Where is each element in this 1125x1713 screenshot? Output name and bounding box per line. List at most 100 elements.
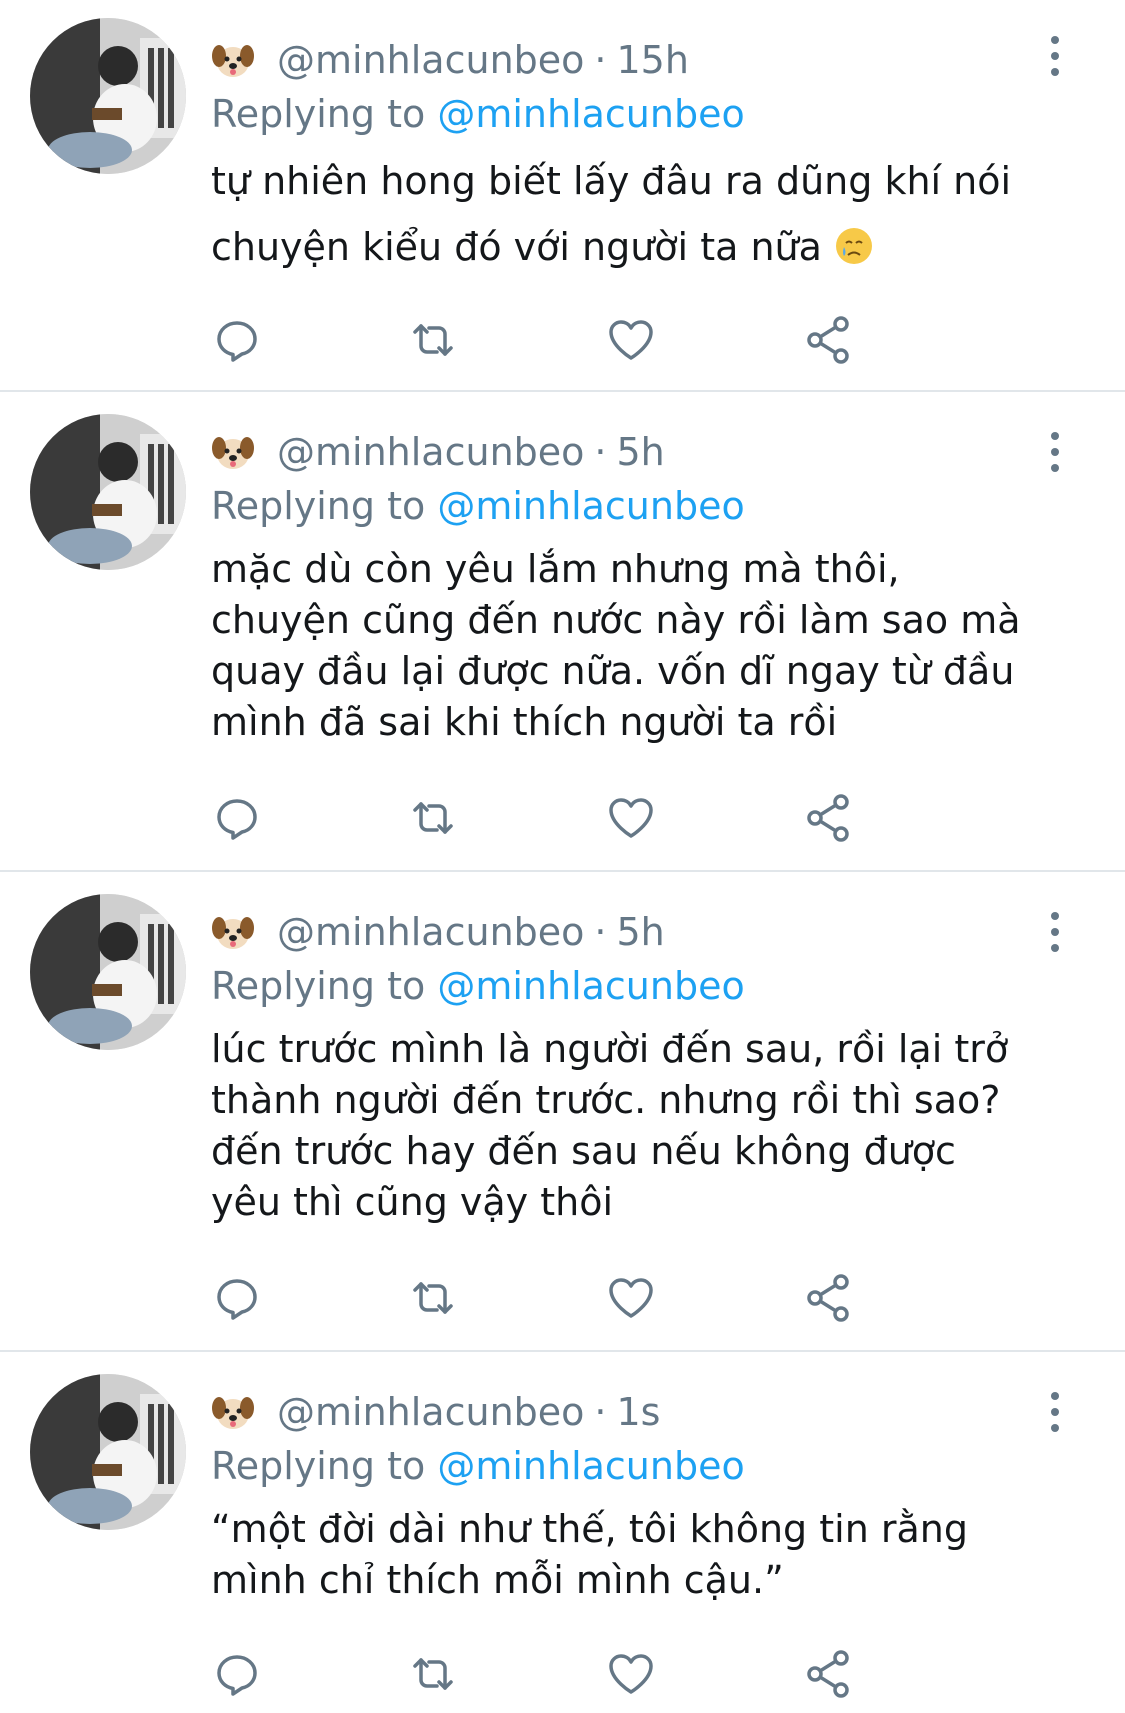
author-handle[interactable]: @minhlacunbeo [277,430,584,474]
replying-to: Replying to @minhlacunbeo [211,964,1055,1008]
like-button[interactable] [605,314,657,366]
replying-to: Replying to @minhlacunbeo [211,92,1055,136]
tweet-header: @minhlacunbeo · 5h [211,910,1055,954]
reply-icon [217,321,257,362]
retweet-button[interactable] [407,792,459,844]
retweet-button[interactable] [407,1648,459,1700]
retweet-button[interactable] [407,1272,459,1324]
dog-emoji-icon [211,38,255,82]
retweet-icon [413,324,453,356]
share-icon [807,1274,849,1322]
share-button[interactable] [803,1272,855,1324]
reply-icon [217,1655,257,1696]
timestamp[interactable]: 5h [617,430,665,474]
share-button[interactable] [803,792,855,844]
share-icon [807,794,849,842]
more-dot [1051,944,1059,952]
more-dot [1051,52,1059,60]
reply-icon [217,799,257,840]
reply-button[interactable] [211,1648,263,1700]
separator-dot: · [594,910,607,954]
retweet-button[interactable] [407,314,459,366]
tweet-actions [211,1272,931,1324]
more-dot [1051,68,1059,76]
more-vertical-icon [1051,36,1059,44]
replying-to-label: Replying to [211,1444,426,1488]
replying-to: Replying to @minhlacunbeo [211,1444,1055,1488]
more-vertical-icon [1051,1392,1059,1400]
reply-icon [217,1279,257,1320]
share-icon [807,316,849,364]
more-options-button[interactable] [1045,912,1065,952]
more-dot [1051,1424,1059,1432]
replying-to-handle[interactable]: @minhlacunbeo [437,484,744,528]
more-dot [1051,464,1059,472]
tweet[interactable]: @minhlacunbeo · 5h Replying to @minhlacu… [0,392,1125,872]
replying-to-label: Replying to [211,92,426,136]
more-dot [1051,448,1059,456]
dog-emoji-icon [211,1390,255,1434]
tweet-actions [211,792,931,844]
reply-button[interactable] [211,792,263,844]
tweet-header: @minhlacunbeo · 15h [211,38,1055,82]
avatar[interactable] [30,1374,186,1530]
crying-face-emoji-icon [834,220,874,264]
reply-button[interactable] [211,314,263,366]
separator-dot: · [594,430,607,474]
retweet-icon [413,1658,453,1690]
share-button[interactable] [803,1648,855,1700]
tweet-text: tự nhiên hong biết lấy đâu ra dũng khí n… [211,148,1051,280]
separator-dot: · [594,1390,607,1434]
tweet-header: @minhlacunbeo · 5h [211,430,1055,474]
reply-thread: @minhlacunbeo · 15h Replying to @minhlac… [0,0,1125,1713]
avatar[interactable] [30,18,186,174]
like-button[interactable] [605,1648,657,1700]
avatar[interactable] [30,414,186,570]
like-button[interactable] [605,792,657,844]
replying-to: Replying to @minhlacunbeo [211,484,1055,528]
tweet-content: @minhlacunbeo · 5h Replying to @minhlacu… [211,910,1055,1228]
replying-to-label: Replying to [211,964,426,1008]
tweet[interactable]: @minhlacunbeo · 5h Replying to @minhlacu… [0,872,1125,1352]
more-vertical-icon [1051,912,1059,920]
dog-emoji-icon [211,910,255,954]
author-handle[interactable]: @minhlacunbeo [277,1390,584,1434]
tweet-content: @minhlacunbeo · 5h Replying to @minhlacu… [211,430,1055,748]
like-button[interactable] [605,1272,657,1324]
more-vertical-icon [1051,432,1059,440]
timestamp[interactable]: 15h [617,38,689,82]
separator-dot: · [594,38,607,82]
tweet[interactable]: @minhlacunbeo · 1s Replying to @minhlacu… [0,1352,1125,1713]
like-icon [609,798,653,838]
more-options-button[interactable] [1045,1392,1065,1432]
timestamp[interactable]: 5h [617,910,665,954]
retweet-icon [413,802,453,834]
tweet-text-content: tự nhiên hong biết lấy đâu ra dũng khí n… [211,159,1012,269]
tweet-header: @minhlacunbeo · 1s [211,1390,1055,1434]
replying-to-handle[interactable]: @minhlacunbeo [437,92,744,136]
more-dot [1051,1408,1059,1416]
avatar[interactable] [30,894,186,1050]
replying-to-label: Replying to [211,484,426,528]
author-handle[interactable]: @minhlacunbeo [277,910,584,954]
dog-emoji-icon [211,430,255,474]
reply-button[interactable] [211,1272,263,1324]
tweet-content: @minhlacunbeo · 1s Replying to @minhlacu… [211,1390,1055,1606]
more-options-button[interactable] [1045,36,1065,76]
replying-to-handle[interactable]: @minhlacunbeo [437,1444,744,1488]
like-icon [609,1278,653,1318]
tweet-content: @minhlacunbeo · 15h Replying to @minhlac… [211,38,1055,280]
share-button[interactable] [803,314,855,366]
like-icon [609,320,653,360]
tweet[interactable]: @minhlacunbeo · 15h Replying to @minhlac… [0,0,1125,392]
timestamp[interactable]: 1s [617,1390,661,1434]
more-dot [1051,928,1059,936]
more-options-button[interactable] [1045,432,1065,472]
replying-to-handle[interactable]: @minhlacunbeo [437,964,744,1008]
retweet-icon [413,1282,453,1314]
author-handle[interactable]: @minhlacunbeo [277,38,584,82]
tweet-actions [211,1648,931,1700]
tweet-actions [211,314,931,366]
share-icon [807,1650,849,1698]
like-icon [609,1654,653,1694]
